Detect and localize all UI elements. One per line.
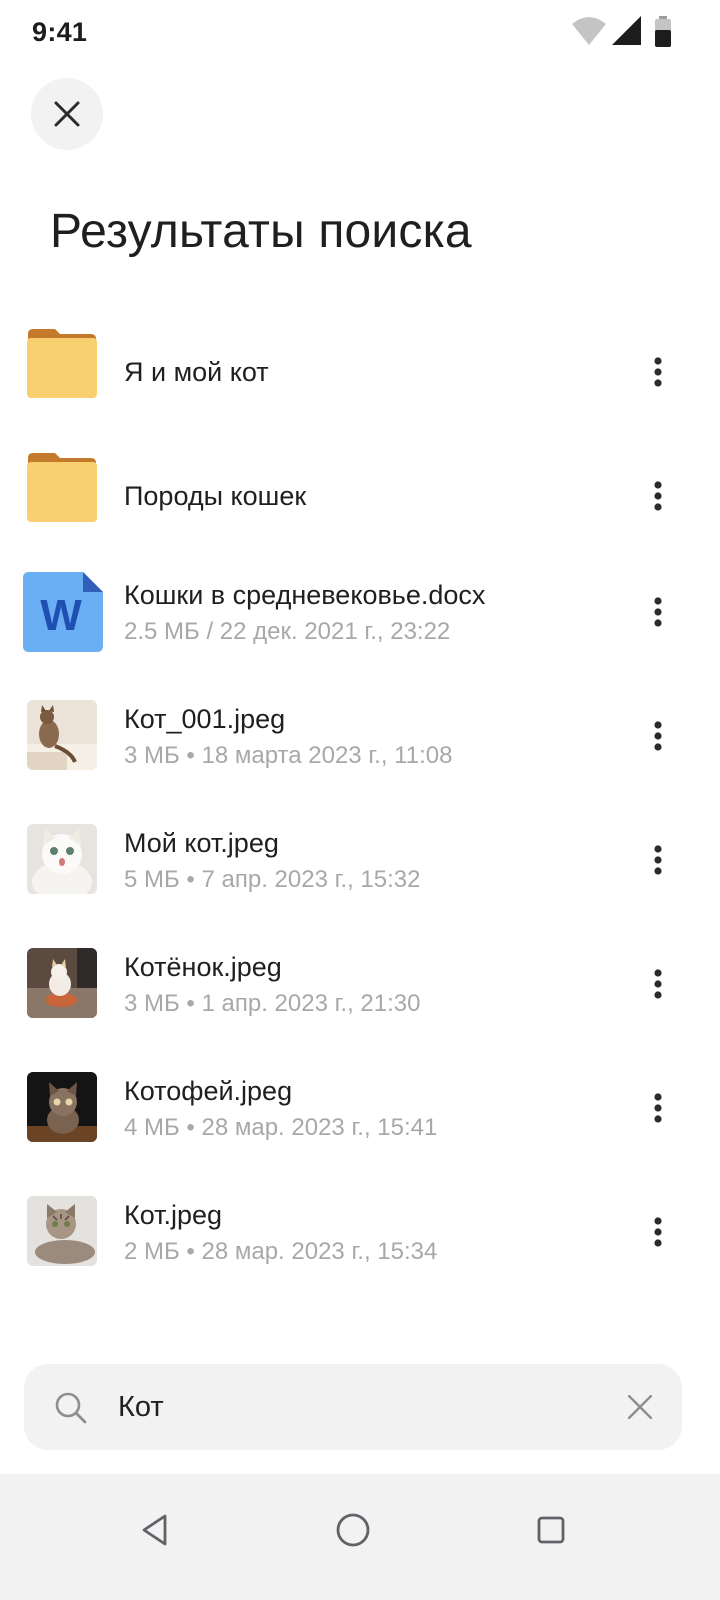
- item-name: Кошки в средневековье.docx: [124, 580, 486, 610]
- more-vertical-icon: [654, 1093, 662, 1123]
- folder-icon: [27, 328, 97, 398]
- item-meta: 3 МБ • 1 апр. 2023 г., 21:30: [124, 990, 421, 1017]
- more-options-button[interactable]: [636, 344, 680, 400]
- item-name: Котёнок.jpeg: [124, 952, 282, 982]
- item-meta: 4 МБ • 28 мар. 2023 г., 15:41: [124, 1114, 438, 1141]
- status-icons: [572, 16, 676, 48]
- item-meta: 3 МБ • 18 марта 2023 г., 11:08: [124, 742, 453, 769]
- svg-text:W: W: [40, 591, 82, 640]
- search-bar: [24, 1364, 682, 1450]
- list-item-image[interactable]: Котофей.jpeg 4 МБ • 28 мар. 2023 г., 15:…: [0, 1062, 720, 1186]
- more-vertical-icon: [654, 1217, 662, 1247]
- back-triangle-icon: [142, 1514, 167, 1546]
- list-item-image[interactable]: Мой кот.jpeg 5 МБ • 7 апр. 2023 г., 15:3…: [0, 814, 720, 938]
- nav-back-button[interactable]: [127, 1502, 183, 1558]
- status-bar: 9:41: [0, 0, 720, 64]
- more-options-button[interactable]: [636, 956, 680, 1012]
- item-meta: 5 МБ • 7 апр. 2023 г., 15:32: [124, 866, 421, 893]
- nav-home-button[interactable]: [325, 1502, 381, 1558]
- more-options-button[interactable]: [636, 1204, 680, 1260]
- item-meta: 2 МБ • 28 мар. 2023 г., 15:34: [124, 1238, 438, 1265]
- list-item-image[interactable]: Кот_001.jpeg 3 МБ • 18 марта 2023 г., 11…: [0, 690, 720, 814]
- list-item-image[interactable]: Кот.jpeg 2 МБ • 28 мар. 2023 г., 15:34: [0, 1186, 720, 1310]
- home-circle-icon: [336, 1513, 370, 1547]
- more-options-button[interactable]: [636, 708, 680, 764]
- search-icon: [55, 1392, 87, 1424]
- status-time: 9:41: [32, 17, 88, 47]
- folder-icon: [27, 452, 97, 522]
- item-name: Кот_001.jpeg: [124, 704, 286, 734]
- navigation-bar: [0, 1474, 720, 1600]
- kitten-photo-thumbnail: [27, 948, 97, 1018]
- item-name: Котофей.jpeg: [124, 1076, 293, 1106]
- close-icon: [54, 101, 80, 127]
- more-options-button[interactable]: [636, 1080, 680, 1136]
- cat-photo-thumbnail: [27, 824, 97, 894]
- more-options-button[interactable]: [636, 832, 680, 888]
- item-name: Я и мой кот: [124, 357, 269, 387]
- more-vertical-icon: [654, 721, 662, 751]
- cat-photo-thumbnail: [27, 1196, 97, 1266]
- word-document-icon: W: [23, 572, 103, 652]
- list-item-image[interactable]: Котёнок.jpeg 3 МБ • 1 апр. 2023 г., 21:3…: [0, 938, 720, 1062]
- more-vertical-icon: [654, 597, 662, 627]
- more-vertical-icon: [654, 969, 662, 999]
- item-name: Мой кот.jpeg: [124, 828, 279, 858]
- kitten-photo-thumbnail: [27, 1072, 97, 1142]
- more-vertical-icon: [654, 357, 662, 387]
- item-meta: 2.5 МБ / 22 дек. 2021 г., 23:22: [124, 618, 451, 645]
- item-name: Кот.jpeg: [124, 1200, 223, 1230]
- clear-search-button[interactable]: [624, 1391, 656, 1423]
- more-vertical-icon: [654, 845, 662, 875]
- clear-icon: [628, 1395, 652, 1419]
- cellular-signal-icon: [612, 16, 641, 45]
- cat-photo-thumbnail: [27, 700, 97, 770]
- recents-square-icon: [537, 1516, 565, 1544]
- more-options-button[interactable]: [636, 584, 680, 640]
- battery-icon: [655, 16, 671, 47]
- list-item-folder[interactable]: Породы кошек: [0, 434, 720, 558]
- page-title: Результаты поиска: [50, 205, 472, 258]
- list-item-document[interactable]: W Кошки в средневековье.docx 2.5 МБ / 22…: [0, 566, 720, 690]
- wifi-icon: [572, 17, 606, 45]
- list-item-folder[interactable]: Я и мой кот: [0, 310, 720, 434]
- search-input[interactable]: [118, 1384, 598, 1430]
- item-name: Породы кошек: [124, 481, 307, 511]
- more-options-button[interactable]: [636, 468, 680, 524]
- close-button[interactable]: [31, 78, 103, 150]
- nav-recents-button[interactable]: [523, 1502, 579, 1558]
- more-vertical-icon: [654, 481, 662, 511]
